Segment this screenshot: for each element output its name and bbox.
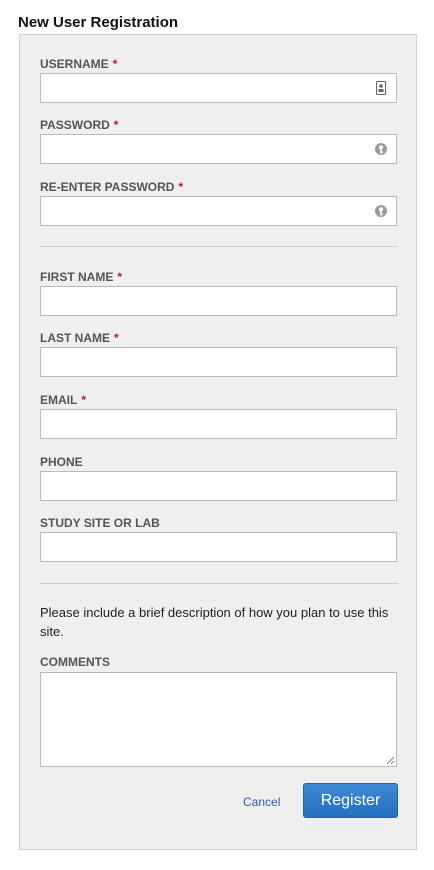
study-site-input[interactable] — [40, 532, 397, 562]
reenter-password-label: RE-ENTER PASSWORD * — [40, 180, 183, 194]
reenter-password-label-text: RE-ENTER PASSWORD — [40, 180, 175, 194]
required-marker: * — [112, 57, 118, 71]
comments-textarea[interactable] — [40, 672, 397, 767]
comments-instructions: Please include a brief description of ho… — [40, 605, 389, 639]
reenter-password-input[interactable] — [40, 196, 397, 226]
required-marker: * — [178, 180, 184, 194]
key-icon — [375, 143, 387, 155]
password-label-text: PASSWORD — [40, 118, 110, 132]
password-label: PASSWORD * — [40, 118, 118, 132]
last-name-label-text: LAST NAME — [40, 331, 110, 345]
first-name-label: FIRST NAME * — [40, 270, 122, 284]
study-site-label-text: STUDY SITE OR LAB — [40, 516, 160, 530]
first-name-input[interactable] — [40, 286, 397, 316]
page-title: New User Registration — [18, 14, 179, 31]
required-marker: * — [114, 331, 119, 345]
last-name-label: LAST NAME * — [40, 331, 119, 345]
register-button[interactable]: Register — [303, 783, 398, 818]
phone-label-text: PHONE — [40, 455, 83, 469]
section-divider — [40, 583, 398, 584]
required-marker: * — [113, 118, 119, 132]
password-input[interactable] — [40, 134, 397, 164]
contact-card-icon — [376, 81, 386, 95]
section-divider — [40, 246, 398, 247]
registration-form: USERNAME * PASSWORD * RE-ENTER PASSWORD * — [19, 34, 417, 850]
email-label-text: EMAIL — [40, 393, 78, 407]
email-input[interactable] — [40, 409, 397, 439]
comments-label: COMMENTS — [40, 655, 110, 669]
phone-label: PHONE — [40, 455, 83, 469]
cancel-link[interactable]: Cancel — [243, 795, 280, 809]
first-name-label-text: FIRST NAME — [40, 270, 114, 284]
required-marker: * — [117, 270, 123, 284]
comments-label-text: COMMENTS — [40, 655, 110, 669]
study-site-label: STUDY SITE OR LAB — [40, 516, 160, 530]
username-label: USERNAME * — [40, 57, 117, 71]
key-icon — [375, 205, 387, 217]
username-input[interactable] — [40, 73, 397, 103]
resize-grip-icon[interactable] — [385, 755, 395, 765]
phone-input[interactable] — [40, 471, 397, 501]
email-label: EMAIL * — [40, 393, 86, 407]
username-label-text: USERNAME — [40, 57, 109, 71]
required-marker: * — [81, 393, 87, 407]
last-name-input[interactable] — [40, 347, 397, 377]
